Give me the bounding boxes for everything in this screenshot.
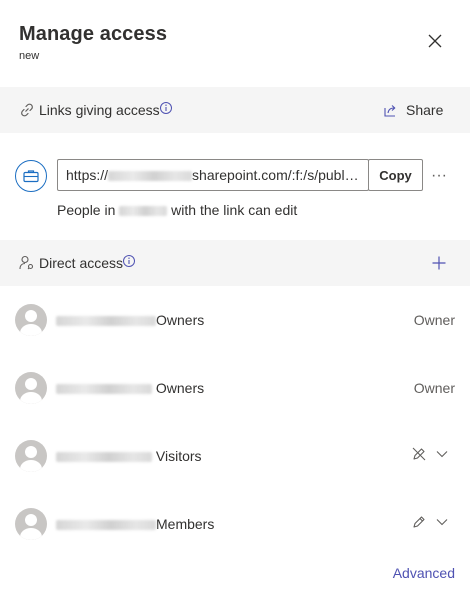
redacted-name	[56, 384, 152, 395]
person-name: Members	[56, 516, 214, 532]
list-item[interactable]: Owners Owner	[0, 368, 470, 408]
person-name: Visitors	[56, 448, 202, 464]
redacted-name	[56, 452, 152, 463]
pencil-icon	[413, 516, 425, 528]
links-section-label: Links giving access	[39, 102, 160, 118]
direct-access-label: Direct access	[39, 255, 124, 271]
redacted-name	[56, 316, 156, 327]
item-name: new	[19, 50, 40, 62]
info-icon[interactable]	[159, 101, 173, 115]
info-icon[interactable]	[122, 254, 136, 268]
chevron-down-icon	[436, 519, 448, 526]
close-icon	[428, 34, 442, 48]
list-item[interactable]: Members Can edit	[0, 504, 470, 544]
briefcase-icon	[23, 170, 39, 183]
link-description: People in with the link can edit	[57, 202, 298, 218]
share-label: Share	[406, 102, 444, 118]
redacted-domain	[108, 171, 193, 182]
permission-dropdown[interactable]: Can edit	[411, 514, 449, 530]
manage-access-panel: Manage access new Links giving access Sh…	[0, 0, 470, 592]
list-item[interactable]: Visitors Can view	[0, 436, 470, 476]
link-type-badge	[15, 160, 47, 192]
link-more-options-button[interactable]: ···	[428, 166, 450, 186]
copy-link-button[interactable]: Copy	[368, 159, 423, 191]
add-icon	[432, 256, 446, 270]
page-title: Manage access	[19, 23, 168, 45]
pencil-slash-icon	[412, 447, 426, 461]
link-url-text: https://sharepoint.com/:f:/s/public2...	[66, 167, 360, 183]
person-name: Owners	[56, 380, 204, 396]
share-icon	[384, 105, 396, 117]
avatar	[15, 372, 47, 404]
links-section-header: Links giving access Share	[0, 87, 470, 133]
add-people-button[interactable]	[429, 253, 449, 273]
avatar	[15, 508, 47, 540]
link-icon	[21, 103, 33, 117]
person-name: Owners	[56, 312, 204, 328]
share-button[interactable]: Share	[382, 100, 443, 120]
permission-label: Owner	[413, 380, 455, 396]
avatar	[15, 304, 47, 336]
link-url-field[interactable]: https://sharepoint.com/:f:/s/public2...	[57, 159, 369, 191]
person-key-icon	[19, 255, 34, 270]
close-button[interactable]	[423, 29, 447, 53]
chevron-down-icon	[436, 451, 448, 458]
advanced-link[interactable]: Advanced	[393, 565, 455, 581]
redacted-org-name	[119, 206, 168, 217]
sharing-link-row: https://sharepoint.com/:f:/s/public2... …	[0, 150, 470, 200]
permission-dropdown[interactable]: Can view	[411, 446, 449, 462]
direct-access-section-header: Direct access	[0, 240, 470, 286]
list-item[interactable]: Owners Owner	[0, 300, 470, 340]
redacted-name	[56, 520, 156, 531]
permission-label: Owner	[413, 312, 455, 328]
avatar	[15, 440, 47, 472]
